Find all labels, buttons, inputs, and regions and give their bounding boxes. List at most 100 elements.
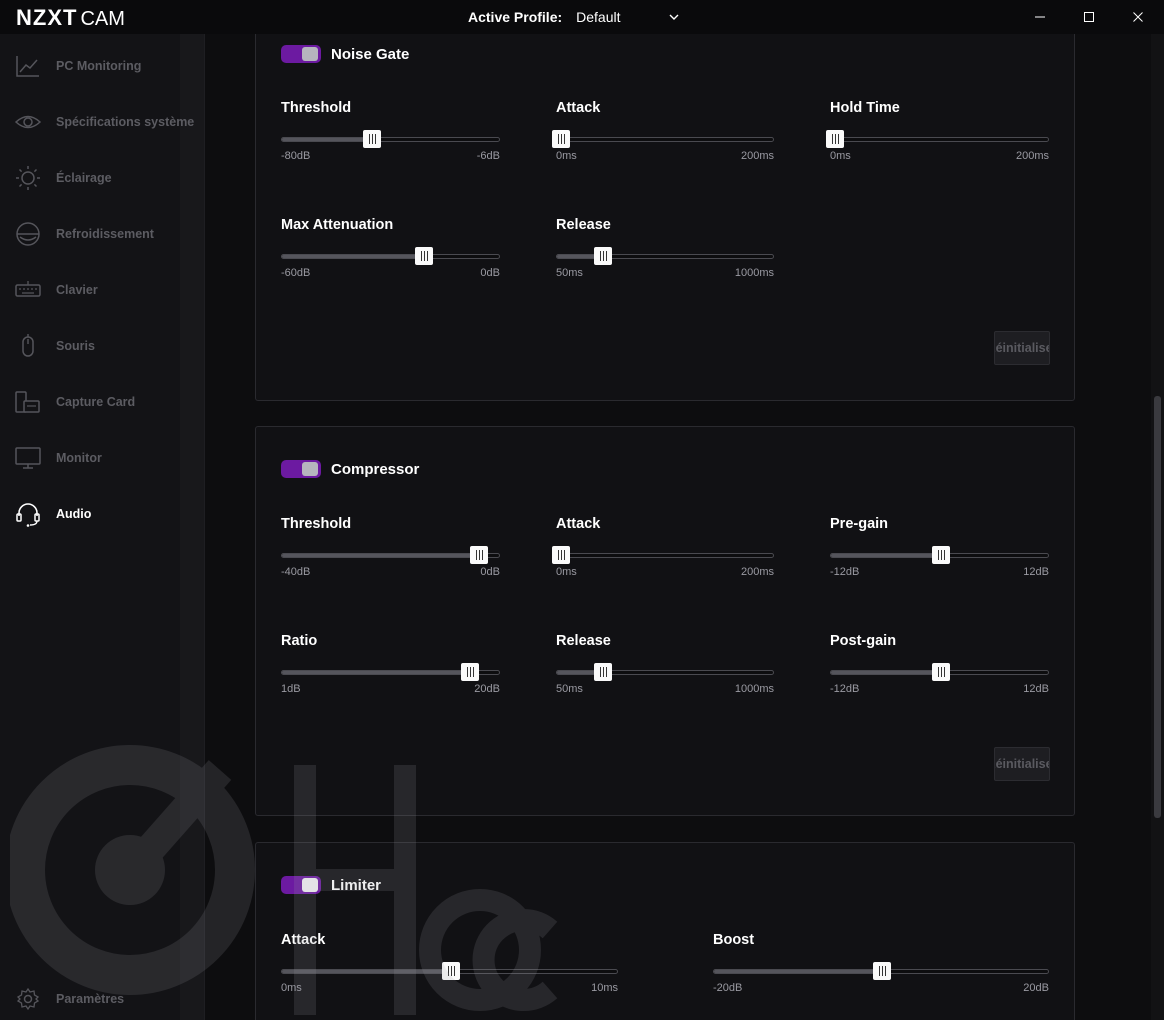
slider-track[interactable] [281,130,500,148]
slider-track[interactable] [556,663,774,681]
minimize-icon [1035,16,1045,18]
sun-icon [14,164,42,192]
compressor-header: Compressor [281,460,419,478]
slider-label: Attack [556,100,601,116]
toggle-knob [302,878,318,892]
sidebar-item-audio[interactable]: Audio [0,494,205,534]
slider-thumb[interactable] [873,962,891,980]
chevron-down-icon[interactable] [668,11,680,23]
compressor-threshold-slider: Threshold -40dB 0dB [281,516,500,586]
slider-thumb[interactable] [552,546,570,564]
slider-track[interactable] [713,962,1049,980]
compressor-attack-slider: Attack 0ms 200ms [552,516,774,586]
logo-sub: CAM [80,8,125,30]
slider-thumb[interactable] [470,546,488,564]
minimize-button[interactable] [1017,0,1063,34]
noise-gate-reset-button[interactable]: Réinitialiser [994,331,1050,365]
slider-track[interactable] [556,247,774,265]
slider-track[interactable] [281,962,618,980]
profile-selector[interactable]: Active Profile: Default [468,9,680,25]
monitor-icon [14,444,42,472]
slider-max-label: 200ms [740,566,774,578]
slider-label: Release [556,633,611,649]
slider-thumb[interactable] [932,546,950,564]
noise-gate-release-slider: Release 50ms 1000ms [556,217,774,287]
sidebar-item-label: Paramètres [56,992,125,1006]
noise-gate-toggle[interactable] [281,45,321,63]
mouse-icon [14,332,42,360]
slider-max-label: 200ms [740,150,774,162]
slider-track[interactable] [826,130,1049,148]
sidebar-item-keyboard[interactable]: Clavier [0,270,205,310]
sidebar-item-label: Audio [56,507,92,521]
slider-thumb[interactable] [363,130,381,148]
slider-min-label: 0ms [556,150,577,162]
slider-track[interactable] [552,130,774,148]
slider-thumb[interactable] [461,663,479,681]
sidebar-item-mouse[interactable]: Souris [0,326,205,366]
sidebar-item-pc-monitoring[interactable]: PC Monitoring [0,46,205,86]
sidebar-item-lighting[interactable]: Éclairage [0,158,205,198]
slider-label: Hold Time [830,100,900,116]
slider-track[interactable] [552,546,774,564]
limiter-header: Limiter [281,876,381,894]
slider-label: Release [556,217,611,233]
toggle-knob [302,47,318,61]
sidebar-item-cooling[interactable]: Refroidissement [0,214,205,254]
sidebar-item-label: Refroidissement [56,227,154,241]
slider-track[interactable] [281,663,500,681]
slider-thumb[interactable] [552,130,570,148]
sidebar-item-label: Clavier [56,283,98,297]
slider-min-label: -40dB [281,566,311,578]
gear-icon [14,985,42,1013]
slider-max-label: 10ms [591,982,618,994]
sidebar-item-capture-card[interactable]: Capture Card [0,382,205,422]
scrollbar-thumb[interactable] [1154,396,1161,818]
sidebar-item-monitor[interactable]: Monitor [0,438,205,478]
slider-thumb[interactable] [415,247,433,265]
noise-gate-title: Noise Gate [331,45,410,63]
slider-min-label: 0ms [556,566,577,578]
slider-track[interactable] [830,546,1049,564]
compressor-title: Compressor [331,460,420,478]
sidebar-item-specifications[interactable]: Spécifications système [0,102,205,142]
slider-fill [282,554,479,557]
slider-thumb[interactable] [932,663,950,681]
limiter-toggle[interactable] [281,876,321,894]
slider-thumb[interactable] [826,130,844,148]
sidebar-item-settings[interactable]: Paramètres [0,979,205,1019]
compressor-ratio-slider: Ratio 1dB 20dB [281,633,500,703]
profile-label: Active Profile: [468,9,563,25]
close-button[interactable] [1115,0,1161,34]
sidebar-item-label: Souris [56,339,95,353]
sidebar-item-label: Monitor [56,451,102,465]
slider-track[interactable] [281,247,500,265]
limiter-boost-slider: Boost -20dB 20dB [713,932,1049,1002]
slider-label: Attack [281,932,326,948]
profile-value[interactable]: Default [576,9,664,25]
reset-label: Réinitialiser [995,341,1049,355]
fan-icon [14,220,42,248]
slider-fill [282,138,372,141]
slider-track[interactable] [281,546,500,564]
slider-label: Attack [556,516,601,532]
eye-icon [14,108,42,136]
slider-thumb[interactable] [442,962,460,980]
slider-track[interactable] [830,663,1049,681]
compressor-toggle[interactable] [281,460,321,478]
scrollbar[interactable] [1151,34,1164,1020]
slider-min-label: 50ms [556,267,583,279]
compressor-reset-button[interactable]: Réinitialiser [994,747,1050,781]
compressor-pre-gain-slider: Pre-gain -12dB 12dB [830,516,1049,586]
maximize-button[interactable] [1066,0,1112,34]
sidebar-item-label: Spécifications système [56,115,195,129]
compressor-panel: Compressor Réinitialiser [255,426,1075,816]
slider-fill [282,671,470,674]
slider-thumb[interactable] [594,663,612,681]
slider-fill [282,970,451,973]
slider-label: Boost [713,932,755,948]
noise-gate-max-attenuation-slider: Max Attenuation -60dB 0dB [281,217,500,287]
capture-card-icon [14,388,42,416]
noise-gate-attack-slider: Attack 0ms 200ms [552,100,774,170]
slider-thumb[interactable] [594,247,612,265]
